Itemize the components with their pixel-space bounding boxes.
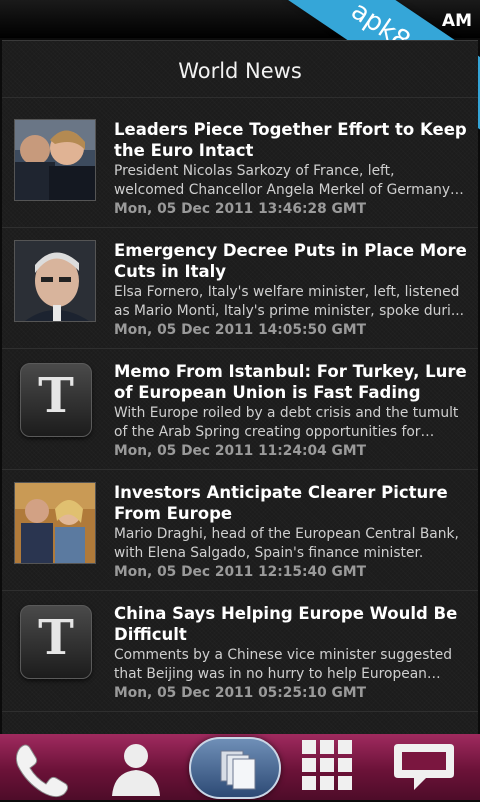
nyt-logo-icon: T — [20, 605, 92, 679]
news-thumbnail — [14, 240, 96, 322]
news-date: Mon, 05 Dec 2011 14:05:50 GMT — [114, 322, 366, 338]
news-widget: World News Leaders Piece Together Effort… — [2, 40, 478, 735]
draghi-photo-icon — [15, 483, 95, 563]
nyt-logo-glyph: T — [38, 610, 74, 666]
news-summary: Comments by a Chinese vice minister sugg… — [114, 647, 453, 682]
status-time: AM — [441, 11, 472, 31]
news-headline[interactable]: Leaders Piece Together Effort to Keep th… — [114, 119, 470, 161]
widget-title[interactable]: World News — [2, 59, 478, 83]
news-item[interactable]: T Memo From Istanbul: For Turkey, Lure o… — [2, 349, 478, 470]
news-summary: Elsa Fornero, Italy's welfare minister, … — [114, 284, 465, 319]
phone-icon[interactable] — [8, 738, 72, 798]
news-list: Leaders Piece Together Effort to Keep th… — [2, 107, 478, 712]
app-drawer-icon[interactable] — [298, 738, 362, 798]
launcher-icon[interactable] — [189, 737, 281, 799]
news-headline[interactable]: Memo From Istanbul: For Turkey, Lure of … — [114, 361, 470, 403]
leaders-photo-icon — [15, 120, 95, 200]
news-headline[interactable]: Emergency Decree Puts in Place More Cuts… — [114, 240, 470, 282]
news-headline[interactable]: China Says Helping Europe Would Be Diffi… — [114, 603, 470, 645]
nyt-logo-icon: T — [20, 363, 92, 437]
news-summary: With Europe roiled by a debt crisis and … — [114, 405, 459, 440]
title-divider — [2, 97, 478, 98]
news-headline[interactable]: Investors Anticipate Clearer Picture Fro… — [114, 482, 470, 524]
nyt-logo-glyph: T — [38, 368, 74, 424]
news-date: Mon, 05 Dec 2011 11:24:04 GMT — [114, 443, 366, 459]
news-item[interactable]: Emergency Decree Puts in Place More Cuts… — [2, 228, 478, 349]
messaging-icon[interactable] — [392, 738, 456, 798]
news-date: Mon, 05 Dec 2011 05:25:10 GMT — [114, 685, 366, 701]
contacts-icon[interactable] — [104, 738, 168, 798]
news-thumbnail — [14, 482, 96, 564]
news-thumbnail — [14, 119, 96, 201]
news-item[interactable]: Leaders Piece Together Effort to Keep th… — [2, 107, 478, 228]
news-item[interactable]: Investors Anticipate Clearer Picture Fro… — [2, 470, 478, 591]
news-summary: President Nicolas Sarkozy of France, lef… — [114, 163, 450, 198]
news-summary: Mario Draghi, head of the European Centr… — [114, 526, 459, 561]
news-date: Mon, 05 Dec 2011 13:46:28 GMT — [114, 201, 366, 217]
news-item[interactable]: T China Says Helping Europe Would Be Dif… — [2, 591, 478, 712]
news-date: Mon, 05 Dec 2011 12:15:40 GMT — [114, 564, 366, 580]
monti-photo-icon — [15, 241, 95, 321]
